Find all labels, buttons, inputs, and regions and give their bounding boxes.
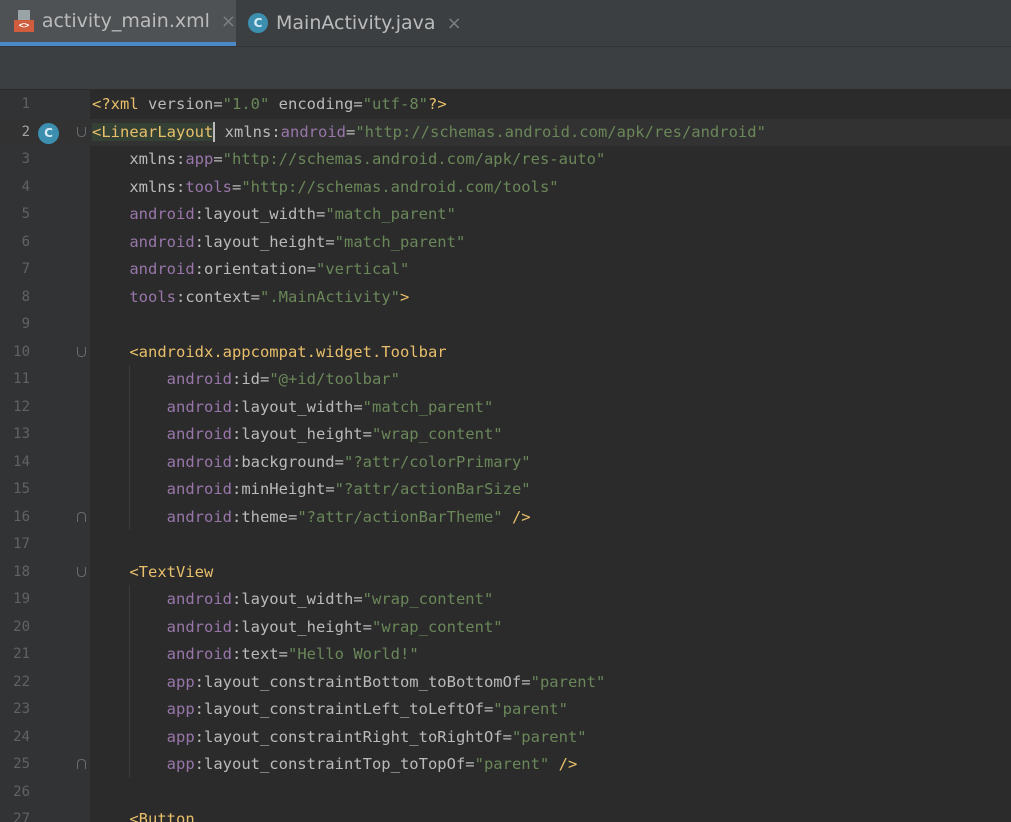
code-line: 13 android:layout_height="wrap_content": [0, 421, 1011, 449]
code-line: 25 app:layout_constraintTop_toTopOf="par…: [0, 751, 1011, 779]
line-code: android:orientation="vertical": [129, 260, 410, 278]
line-number: 2: [21, 123, 30, 140]
line-number: 15: [13, 481, 30, 497]
code-line: 27 <Button: [0, 806, 1011, 822]
code-line: 1 <?xml version="1.0" encoding="utf-8"?>: [0, 91, 1011, 119]
code-line: 10 <androidx.appcompat.widget.Toolbar: [0, 339, 1011, 367]
line-number: 9: [21, 316, 30, 332]
code-line: 24 app:layout_constraintRight_toRightOf=…: [0, 724, 1011, 752]
line-code: xmlns:tools="http://schemas.android.com/…: [92, 177, 559, 196]
line-number: 11: [13, 371, 30, 387]
xml-file-icon: <>: [14, 10, 34, 32]
code-line: 21 android:text="Hello World!": [0, 641, 1011, 669]
line-code: android:layout_height="wrap_content": [166, 617, 503, 636]
code-line: 26: [0, 779, 1011, 807]
line-number: 24: [13, 728, 30, 745]
line-number: 23: [13, 701, 30, 717]
line-code: android:layout_height="wrap_content": [166, 425, 503, 443]
code-line: 19 android:layout_width="wrap_content": [0, 586, 1011, 614]
fold-toggle-icon[interactable]: [77, 346, 86, 357]
line-number: 20: [13, 618, 30, 635]
line-number: 21: [13, 646, 30, 662]
editor-tab-bar: <> activity_main.xml × C MainActivity.ja…: [0, 0, 1011, 47]
line-number: 10: [13, 343, 30, 360]
code-line: 23 app:layout_constraintLeft_toLeftOf="p…: [0, 696, 1011, 724]
fold-end-icon[interactable]: [77, 511, 86, 522]
code-line: 20 android:layout_height="wrap_content": [0, 614, 1011, 642]
fold-toggle-icon[interactable]: [77, 566, 86, 577]
line-number: 27: [13, 811, 30, 822]
code-line: 11 android:id="@+id/toolbar": [0, 366, 1011, 394]
code-line: 17: [0, 531, 1011, 559]
code-line: 15 android:minHeight="?attr/actionBarSiz…: [0, 476, 1011, 504]
line-number: 12: [13, 398, 30, 415]
line-number: 16: [13, 508, 30, 525]
line-code: app:layout_constraintTop_toTopOf="parent…: [166, 755, 578, 773]
line-code: app:layout_constraintBottom_toBottomOf="…: [166, 672, 606, 691]
line-code: android:layout_height="match_parent": [129, 232, 466, 251]
line-code: android:layout_width="wrap_content": [166, 590, 494, 608]
line-code: <TextView: [129, 562, 214, 581]
editor-toolbar-strip: [0, 47, 1011, 90]
code-line: 18 <TextView: [0, 559, 1011, 587]
line-code: android:background="?attr/colorPrimary": [166, 452, 531, 471]
line-code: android:layout_width="match_parent": [166, 397, 494, 416]
line-code: app:layout_constraintRight_toRightOf="pa…: [166, 727, 587, 746]
line-code: xmlns:app="http://schemas.android.com/ap…: [92, 150, 606, 168]
line-number: 26: [13, 783, 30, 800]
fold-toggle-icon[interactable]: [77, 126, 86, 137]
code-line: 14 android:background="?attr/colorPrimar…: [0, 449, 1011, 477]
line-number: 13: [13, 426, 30, 442]
line-number: 18: [13, 563, 30, 580]
line-code: <?xml version="1.0" encoding="utf-8"?>: [92, 95, 447, 113]
line-number: 22: [13, 673, 30, 690]
line-number: 5: [21, 206, 30, 222]
related-class-gutter-icon[interactable]: C: [38, 122, 59, 144]
line-number: 19: [13, 591, 30, 607]
code-line: 9: [0, 311, 1011, 339]
code-line: 4 xmlns:tools="http://schemas.android.co…: [0, 174, 1011, 202]
code-line: 3 xmlns:app="http://schemas.android.com/…: [0, 146, 1011, 174]
fold-end-icon[interactable]: [77, 759, 86, 769]
code-line: 16 android:theme="?attr/actionBarTheme" …: [0, 504, 1011, 532]
line-code: android:id="@+id/toolbar": [166, 370, 400, 388]
code-line: 12 android:layout_width="match_parent": [0, 394, 1011, 422]
tab-label: activity_main.xml: [41, 10, 210, 32]
line-code: <Button: [129, 810, 195, 822]
line-code: android:layout_width="match_parent": [129, 205, 456, 223]
line-code: tools:context=".MainActivity">: [129, 287, 410, 306]
close-icon[interactable]: ×: [221, 11, 236, 32]
line-code: <androidx.appcompat.widget.Toolbar: [129, 342, 447, 361]
code-line: 22 app:layout_constraintBottom_toBottomO…: [0, 669, 1011, 697]
line-number: 17: [13, 536, 30, 552]
line-number: 1: [21, 96, 30, 112]
line-number: 6: [21, 233, 30, 250]
line-number: 8: [21, 288, 30, 305]
code-line: 5 android:layout_width="match_parent": [0, 201, 1011, 229]
line-number: 7: [21, 261, 30, 277]
line-code: android:text="Hello World!": [166, 645, 419, 663]
line-code: android:theme="?attr/actionBarTheme" />: [166, 507, 531, 526]
line-number: 14: [13, 453, 30, 470]
line-code: <LinearLayout xmlns:android="http://sche…: [92, 122, 766, 142]
line-number: 3: [21, 151, 30, 167]
tab-label: MainActivity.java: [276, 12, 436, 34]
line-number: 4: [21, 178, 30, 195]
line-code: app:layout_constraintLeft_toLeftOf="pare…: [166, 700, 568, 718]
line-code: android:minHeight="?attr/actionBarSize": [166, 480, 531, 498]
code-line-current: 2 C <LinearLayout xmlns:android="http://…: [0, 118, 1011, 146]
close-icon[interactable]: ×: [447, 13, 462, 34]
java-class-icon: C: [248, 13, 268, 33]
code-line: 7 android:orientation="vertical": [0, 256, 1011, 284]
line-number: 25: [13, 756, 30, 772]
tab-main-activity-java[interactable]: C MainActivity.java ×: [236, 0, 471, 46]
tab-activity-main-xml[interactable]: <> activity_main.xml ×: [0, 0, 236, 46]
code-line: 8 tools:context=".MainActivity">: [0, 284, 1011, 312]
code-line: 6 android:layout_height="match_parent": [0, 229, 1011, 257]
